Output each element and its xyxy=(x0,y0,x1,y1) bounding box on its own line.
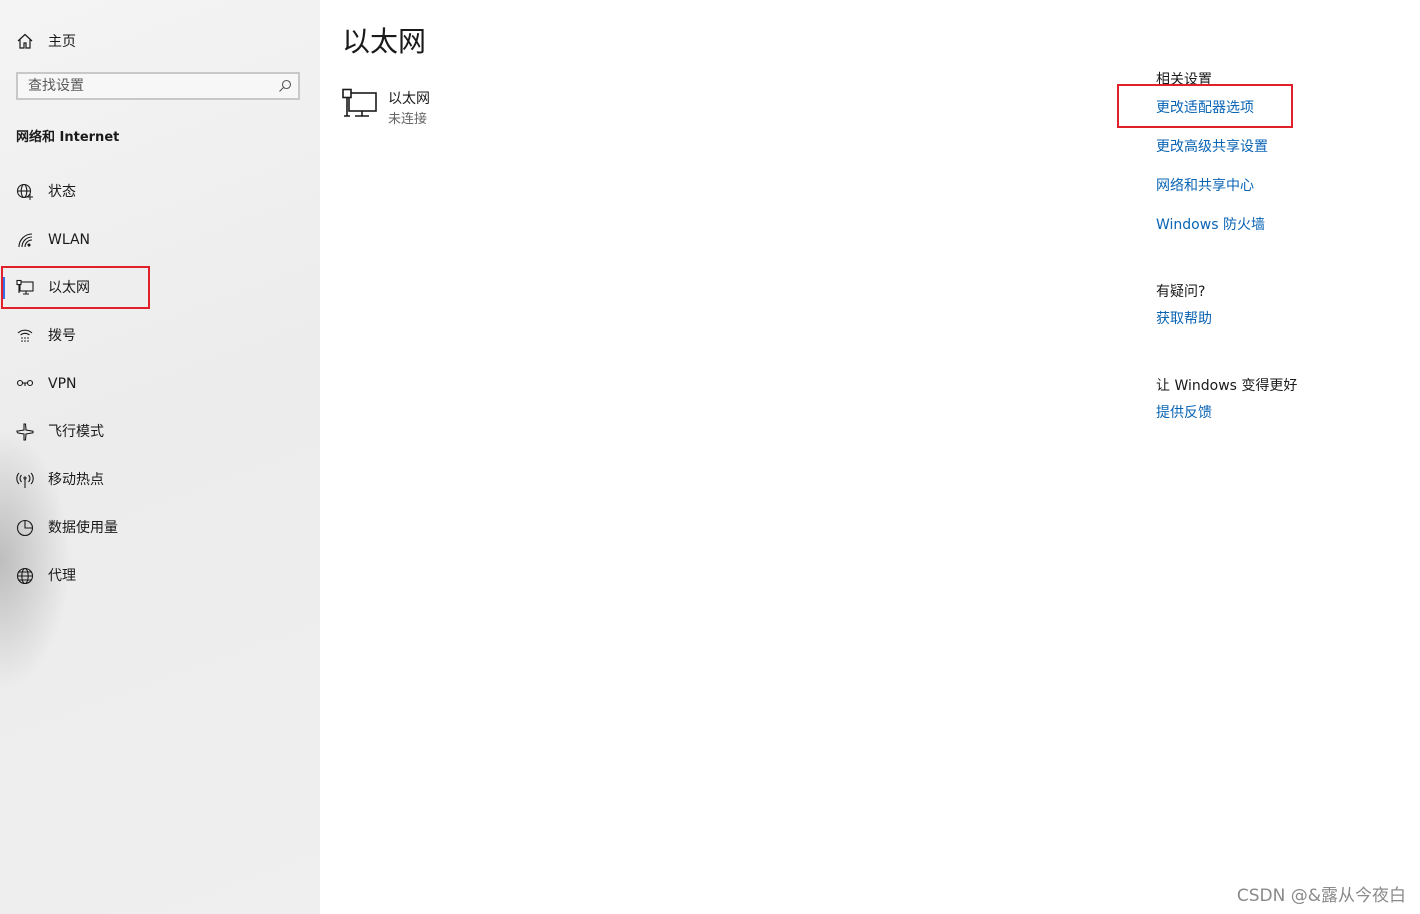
question-heading: 有疑问? xyxy=(1156,284,1206,300)
sidebar-item-status[interactable]: 状态 xyxy=(0,168,320,216)
change-adapter-options-link[interactable]: 更改适配器选项 xyxy=(1156,97,1254,117)
sidebar-item-label: VPN xyxy=(48,376,77,392)
wifi-icon xyxy=(16,231,34,249)
related-settings-heading: 相关设置 xyxy=(1156,72,1212,88)
sidebar-item-label: 移动热点 xyxy=(48,472,104,488)
home-icon xyxy=(17,33,33,49)
sidebar-item-dialup[interactable]: 拨号 xyxy=(0,312,320,360)
airplane-icon xyxy=(16,423,34,441)
sidebar-item-label: WLAN xyxy=(48,232,91,248)
sidebar-item-label: 数据使用量 xyxy=(48,520,118,536)
sidebar-item-hotspot[interactable]: 移动热点 xyxy=(0,456,320,504)
get-help-link[interactable]: 获取帮助 xyxy=(1156,308,1212,328)
search-box[interactable] xyxy=(16,72,300,100)
advanced-sharing-settings-link[interactable]: 更改高级共享设置 xyxy=(1156,136,1268,156)
proxy-globe-icon xyxy=(16,567,34,585)
selection-indicator xyxy=(2,277,5,299)
watermark: CSDN @&露从今夜白 xyxy=(1236,886,1406,906)
sidebar-item-ethernet[interactable]: 以太网 xyxy=(0,264,320,312)
hotspot-icon xyxy=(16,471,34,489)
windows-firewall-link[interactable]: Windows 防火墙 xyxy=(1156,214,1265,234)
sidebar-nav: 状态 WLAN 以太网 拨号 VPN 飞行模式 移动热点 数据使用量 代理 xyxy=(0,168,320,600)
sidebar-item-label: 代理 xyxy=(48,568,76,584)
section-title: 网络和 Internet xyxy=(16,130,120,145)
ethernet-icon xyxy=(16,279,34,297)
give-feedback-link[interactable]: 提供反馈 xyxy=(1156,402,1212,422)
sidebar-item-label: 飞行模式 xyxy=(48,424,104,440)
sidebar-item-proxy[interactable]: 代理 xyxy=(0,552,320,600)
adapter-name: 以太网 xyxy=(388,91,430,107)
sidebar-item-label: 拨号 xyxy=(48,328,76,344)
page-title: 以太网 xyxy=(342,25,427,58)
data-usage-icon xyxy=(16,519,34,537)
home-label: 主页 xyxy=(48,34,76,50)
search-input[interactable] xyxy=(28,77,268,95)
improve-windows-heading: 让 Windows 变得更好 xyxy=(1156,378,1298,394)
ethernet-adapter-card[interactable]: 以太网 未连接 xyxy=(342,86,542,128)
status-globe-icon xyxy=(16,183,34,201)
sidebar-item-data-usage[interactable]: 数据使用量 xyxy=(0,504,320,552)
search-icon[interactable] xyxy=(278,79,292,93)
home-nav-item[interactable]: 主页 xyxy=(16,30,76,52)
sidebar-item-label: 状态 xyxy=(48,184,76,200)
sidebar-item-label: 以太网 xyxy=(48,280,90,296)
sidebar: 主页 网络和 Internet 状态 WLAN xyxy=(0,0,320,914)
adapter-status: 未连接 xyxy=(388,112,428,127)
dialup-icon xyxy=(16,327,34,345)
ethernet-adapter-icon xyxy=(342,88,377,117)
network-sharing-center-link[interactable]: 网络和共享中心 xyxy=(1156,175,1254,195)
sidebar-item-airplane[interactable]: 飞行模式 xyxy=(0,408,320,456)
vpn-icon xyxy=(16,375,34,393)
sidebar-item-vpn[interactable]: VPN xyxy=(0,360,320,408)
sidebar-item-wlan[interactable]: WLAN xyxy=(0,216,320,264)
